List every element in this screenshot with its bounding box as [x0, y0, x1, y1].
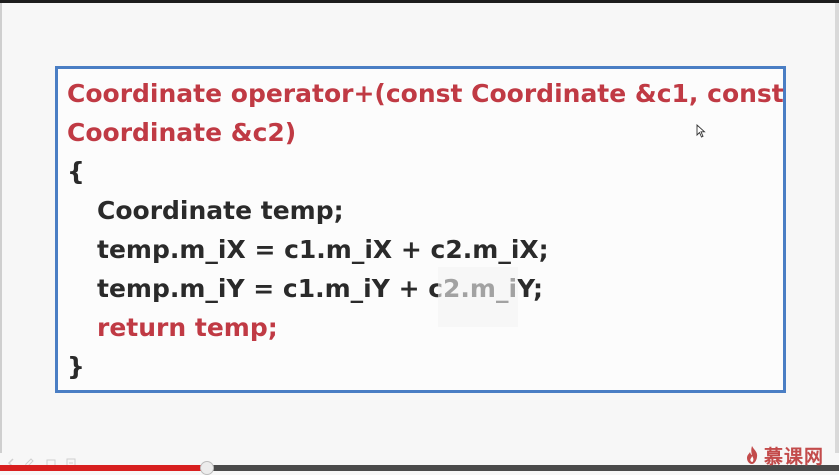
code-line-open-brace: {: [67, 157, 85, 186]
code-line-signature-1: Coordinate operator+(const Coordinate &c…: [67, 79, 784, 108]
site-watermark: 慕课网: [744, 442, 824, 468]
left-edge: [0, 3, 2, 453]
right-edge: [835, 3, 839, 453]
code-block: Coordinate operator+(const Coordinate &c…: [67, 74, 784, 386]
watermark-text: 慕课网: [764, 445, 825, 468]
top-bar: [0, 0, 839, 3]
code-line-return: return temp;: [97, 313, 278, 342]
code-line-signature-2: Coordinate &c2): [67, 118, 297, 147]
faint-overlay: [438, 267, 518, 327]
code-line-close-brace: }: [67, 352, 85, 381]
code-slide: Coordinate operator+(const Coordinate &c…: [55, 66, 786, 393]
mouse-cursor-icon: [696, 124, 706, 138]
video-progress-bar[interactable]: [0, 461, 839, 475]
flame-icon: [747, 446, 758, 464]
code-line-assign-y: temp.m_iY = c1.m_iY + c2.m_iY;: [97, 274, 543, 303]
video-progress-fill: [0, 465, 206, 471]
code-line-declare-temp: Coordinate temp;: [97, 196, 344, 225]
code-line-assign-x: temp.m_iX = c1.m_iX + c2.m_iX;: [97, 235, 549, 264]
